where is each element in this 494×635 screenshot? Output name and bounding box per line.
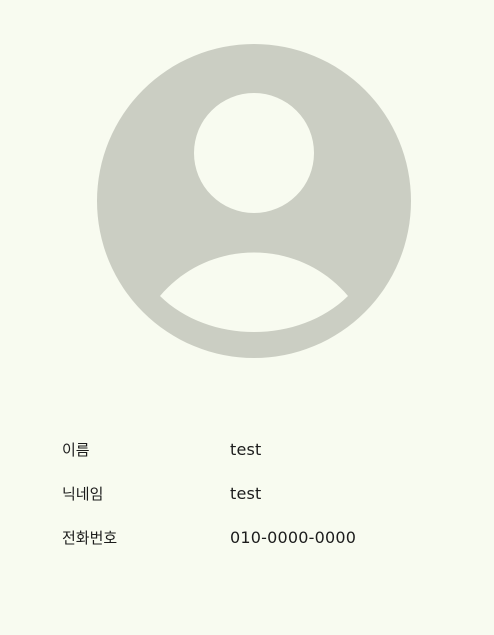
user-avatar-icon	[97, 44, 411, 358]
name-label: 이름	[62, 440, 90, 459]
nickname-value: test	[230, 483, 262, 503]
phone-value: 010-0000-0000	[230, 527, 357, 547]
profile-row-phone: 전화번호 010-0000-0000	[62, 515, 462, 559]
profile-row-nickname: 닉네임 test	[62, 471, 462, 515]
profile-info: 이름 test 닉네임 test 전화번호 010-0000-0000	[62, 427, 462, 559]
nickname-label: 닉네임	[62, 484, 104, 503]
phone-label: 전화번호	[62, 528, 118, 547]
name-value: test	[230, 439, 262, 459]
profile-row-name: 이름 test	[62, 427, 462, 471]
profile-page: 이름 test 닉네임 test 전화번호 010-0000-0000	[0, 0, 494, 635]
